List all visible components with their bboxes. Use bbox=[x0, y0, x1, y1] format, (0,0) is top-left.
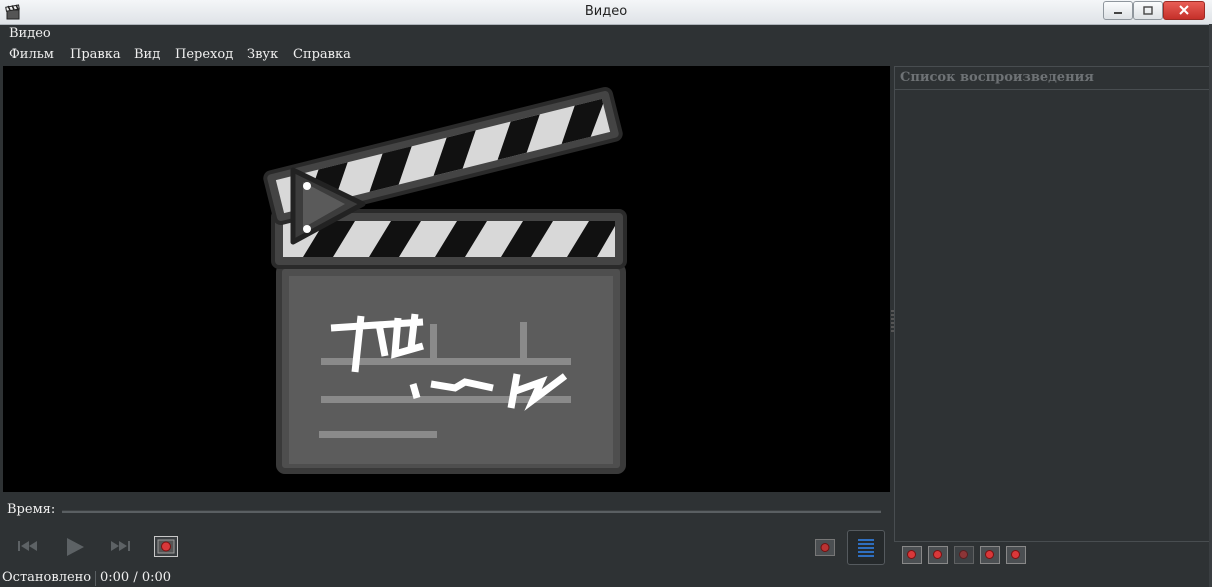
remove-icon bbox=[933, 550, 942, 559]
playlist-title: Список воспроизведения bbox=[900, 70, 1094, 85]
playlist-header: Список воспроизведения bbox=[895, 67, 1210, 90]
window-title: Видео bbox=[584, 4, 628, 19]
playlist-add-button[interactable] bbox=[902, 546, 922, 564]
playback-state: Остановлено bbox=[2, 570, 92, 585]
minimize-button[interactable] bbox=[1103, 1, 1133, 20]
video-area[interactable] bbox=[3, 66, 890, 492]
menubar: Фильм Правка Вид Переход Звук Справка bbox=[0, 45, 1212, 65]
close-icon bbox=[1179, 5, 1189, 15]
add-icon bbox=[907, 550, 916, 559]
down-icon bbox=[1011, 550, 1020, 559]
up-icon bbox=[985, 550, 994, 559]
maximize-icon bbox=[1143, 6, 1153, 15]
playlist-down-button[interactable] bbox=[1006, 546, 1026, 564]
volume-button[interactable] bbox=[815, 539, 835, 556]
playlist-remove-button[interactable] bbox=[928, 546, 948, 564]
playlist-toolbar bbox=[896, 541, 1208, 568]
status-divider bbox=[95, 571, 96, 586]
list-icon bbox=[858, 539, 874, 557]
menu-help[interactable]: Справка bbox=[293, 47, 351, 62]
record-icon bbox=[157, 539, 175, 554]
next-icon[interactable] bbox=[108, 538, 132, 554]
minimize-icon bbox=[1114, 12, 1122, 14]
playback-time: 0:00 / 0:00 bbox=[100, 570, 172, 585]
menu-go[interactable]: Переход bbox=[175, 47, 233, 62]
previous-icon[interactable] bbox=[16, 538, 40, 554]
clapperboard-logo bbox=[263, 86, 627, 474]
playlist-save-button[interactable] bbox=[954, 546, 974, 564]
menu-edit[interactable]: Правка bbox=[70, 47, 121, 62]
seek-slider[interactable] bbox=[62, 510, 881, 513]
time-label: Время: bbox=[7, 502, 56, 517]
window-titlebar: Видео bbox=[0, 0, 1212, 25]
app-menu-name[interactable]: Видео bbox=[9, 26, 51, 41]
play-icon[interactable] bbox=[64, 536, 86, 558]
fullscreen-button[interactable] bbox=[154, 536, 178, 557]
playlist-panel: Список воспроизведения bbox=[894, 66, 1211, 542]
playlist-up-button[interactable] bbox=[980, 546, 1000, 564]
save-icon bbox=[959, 550, 968, 559]
playlist-toggle-button[interactable] bbox=[847, 530, 885, 565]
close-button[interactable] bbox=[1163, 1, 1205, 20]
menu-view[interactable]: Вид bbox=[134, 47, 160, 62]
maximize-button[interactable] bbox=[1133, 1, 1163, 20]
menu-film[interactable]: Фильм bbox=[9, 47, 54, 62]
volume-icon bbox=[820, 543, 830, 552]
menu-sound[interactable]: Звук bbox=[247, 47, 278, 62]
